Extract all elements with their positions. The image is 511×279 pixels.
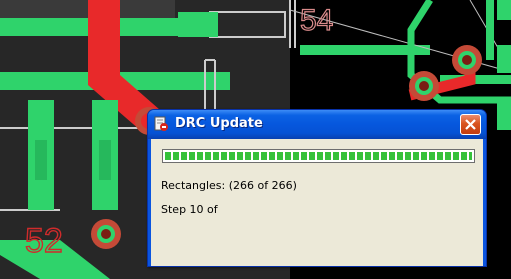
step-status: Step 10 of 10: [161, 203, 219, 216]
green-pad: [497, 0, 511, 20]
green-pad: [35, 140, 47, 180]
progress-fill: [165, 152, 472, 160]
drc-progress-bar: [162, 149, 475, 163]
silk-label-54: 54: [300, 4, 333, 37]
close-icon: [465, 119, 476, 130]
drc-update-dialog: DRC Update Rectangles: (266 of 266) Step…: [147, 109, 487, 267]
via: [91, 219, 121, 249]
green-pad: [497, 100, 511, 130]
via: [409, 71, 439, 101]
rectangles-status: Rectangles: (266 of 266): [161, 179, 297, 192]
via: [452, 45, 482, 75]
drc-app-icon: [154, 116, 168, 131]
close-button[interactable]: [460, 114, 481, 135]
pcb-editor-screen: 54 52 DRC Update Rectangles: (266 of 266…: [0, 0, 511, 279]
dialog-title: DRC Update: [175, 116, 263, 131]
green-pad: [99, 140, 111, 180]
green-pad: [497, 45, 511, 73]
dialog-body: Rectangles: (266 of 266) Step 10 of 10: [151, 139, 483, 266]
silk-label-52: 52: [25, 222, 63, 260]
dialog-titlebar[interactable]: DRC Update: [148, 110, 486, 139]
silk-outline: [178, 12, 218, 37]
